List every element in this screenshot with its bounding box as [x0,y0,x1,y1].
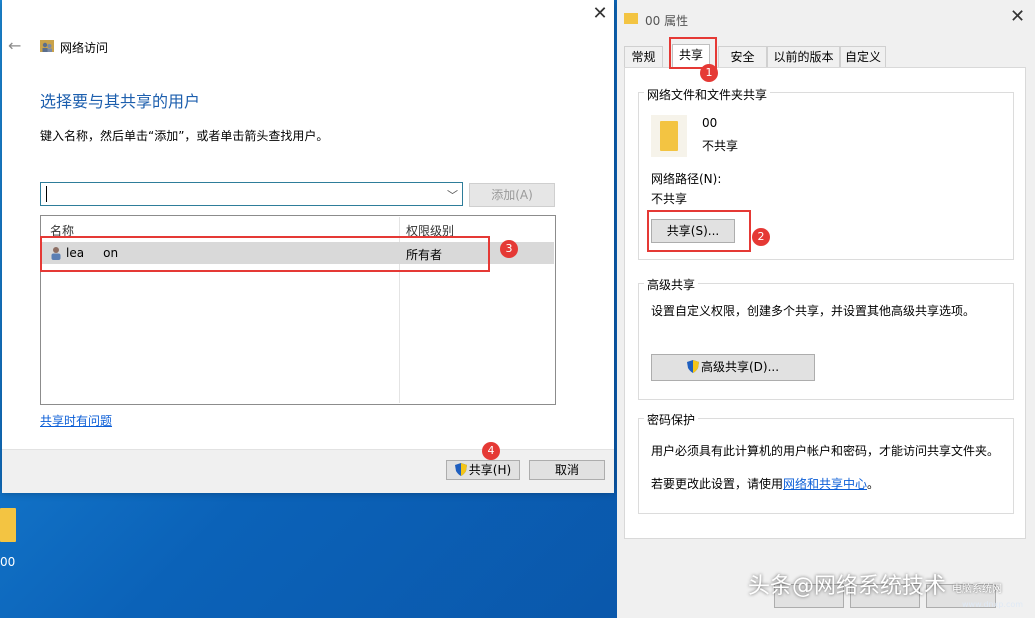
network-path-value: 不共享 [651,192,688,206]
step-badge: 2 [752,228,770,246]
step-badge: 4 [482,442,500,460]
tab-general[interactable]: 常规 [624,46,663,67]
desktop-folder-label: 00 [0,555,16,569]
dialog-title: 网络访问 [60,41,109,55]
step-badge: 3 [500,240,518,258]
watermark-site: 电脑系统网 [952,584,1002,595]
add-button[interactable]: 添加(A) [469,183,555,207]
share-button[interactable]: 共享(H) [446,460,520,480]
tab-customize[interactable]: 自定义 [840,46,886,67]
uac-shield-icon [686,360,699,373]
tab-previous-versions[interactable]: 以前的版本 [767,46,840,67]
folder-name: 00 [702,116,718,130]
close-icon[interactable]: ✕ [1010,6,1025,27]
password-protection-group [638,418,1014,514]
password-description: 用户必须具有此计算机的用户帐户和密码，才能访问共享文件夹。 [651,444,1000,458]
group-title: 高级共享 [644,276,699,293]
change-suffix: 。 [867,477,880,491]
share-status: 不共享 [702,139,739,153]
network-path-label: 网络路径(N): [651,172,722,186]
folder-icon [624,13,638,24]
watermark-url: www.dnxp.com [962,600,1024,609]
uac-shield-icon [454,463,467,476]
back-arrow-icon[interactable]: ← [8,36,21,55]
instructions-text: 键入名称，然后单击“添加”，或者单击箭头查找用户。 [40,129,329,143]
network-users-icon [40,40,54,52]
tab-security[interactable]: 安全 [718,46,767,67]
advanced-sharing-group [638,283,1014,400]
change-prefix: 若要更改此设置，请使用 [651,477,784,491]
text-caret [46,186,47,202]
network-sharing-center-link[interactable]: 网络和共享中心 [783,477,867,491]
sharing-help-link[interactable]: 共享时有问题 [40,412,112,429]
advanced-sharing-description: 设置自定义权限，创建多个共享，并设置其他高级共享选项。 [651,304,976,318]
dialog-footer [2,449,614,493]
advanced-sharing-button-label: 高级共享(D)... [700,360,780,374]
window-title: 00 属性 [645,14,689,28]
highlight-box [40,236,490,272]
group-title: 密码保护 [644,411,699,428]
page-heading: 选择要与其共享的用户 [40,92,201,111]
cancel-button[interactable]: 取消 [529,460,605,480]
user-name-combobox[interactable] [40,182,463,206]
advanced-sharing-button[interactable]: 高级共享(D)... [651,354,815,381]
password-change-text: 若要更改此设置，请使用网络和共享中心。 [651,475,879,492]
folder-icon [651,115,687,157]
desktop-folder-icon[interactable] [0,508,16,542]
highlight-box [647,210,751,252]
group-title: 网络文件和文件夹共享 [644,86,771,103]
chevron-down-icon[interactable]: ﹀ [447,187,458,203]
close-icon[interactable]: ✕ [590,5,610,25]
share-button-label: 共享(H) [468,463,512,477]
watermark-text: 头条@网络系统技术 [748,574,947,599]
step-badge: 1 [700,64,718,82]
